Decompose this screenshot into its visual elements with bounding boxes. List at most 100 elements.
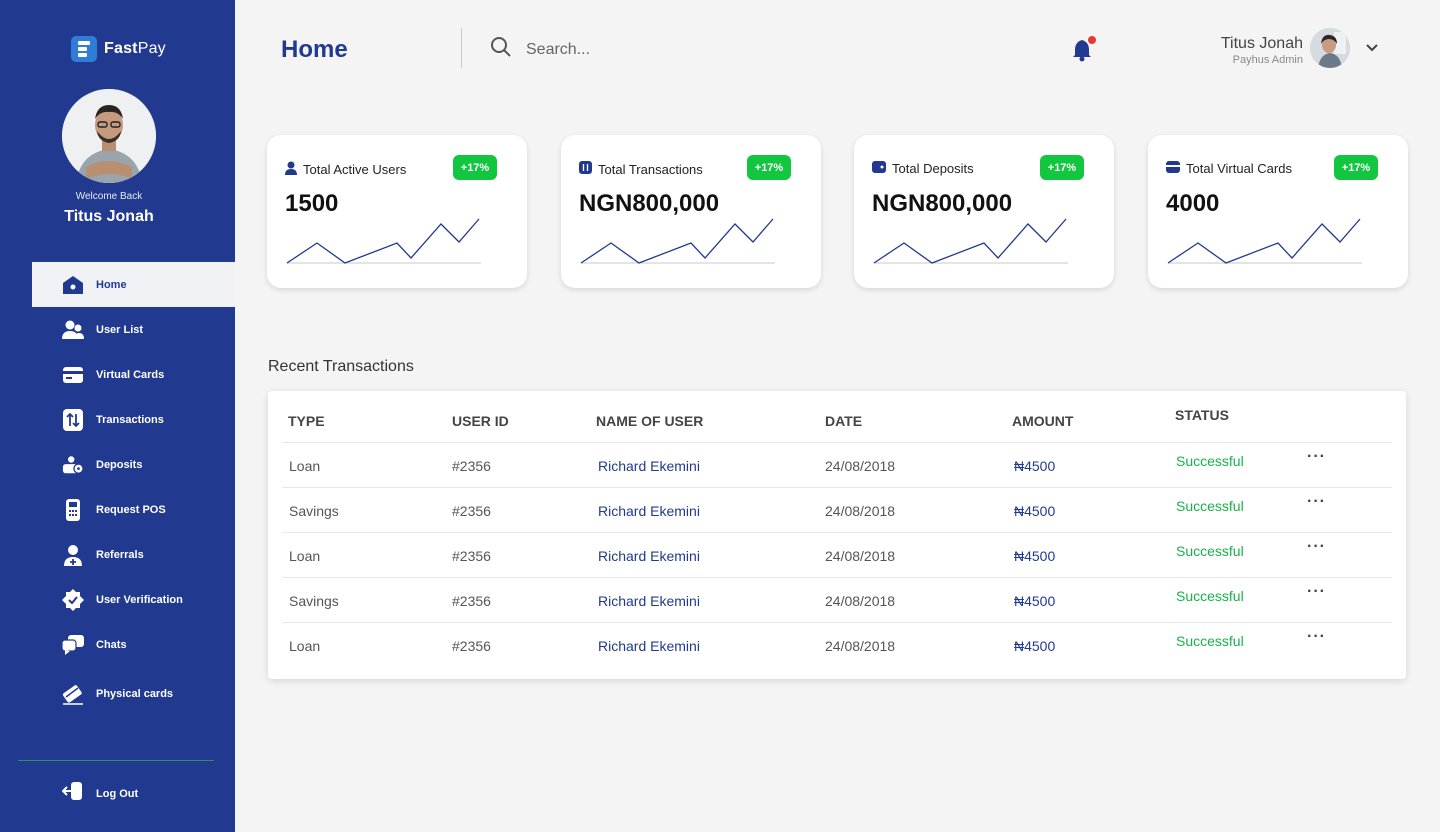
brand-logo[interactable]: FastPay: [71, 36, 166, 62]
search-icon[interactable]: [490, 36, 512, 63]
header-user-role: Payhus Admin: [1232, 54, 1303, 66]
user-menu[interactable]: Titus Jonah Payhus Admin: [1221, 35, 1303, 66]
sidebar-item-request-pos[interactable]: Request POS: [32, 487, 235, 532]
transactions-table: TYPE USER ID NAME OF USER DATE AMOUNT ST…: [268, 391, 1406, 679]
sidebar-item-label: Request POS: [96, 503, 166, 516]
growth-badge: +17%: [1040, 155, 1084, 180]
sidebar-item-user-verification[interactable]: User Verification: [32, 577, 235, 622]
column-header-date[interactable]: DATE: [825, 413, 862, 429]
cell-status: Successful: [1176, 498, 1244, 514]
card-value: 1500: [285, 190, 339, 217]
search-bar[interactable]: [490, 36, 786, 63]
user-avatar[interactable]: [1310, 28, 1350, 68]
sidebar-item-label: Referrals: [96, 548, 144, 561]
more-options-icon[interactable]: ···: [1307, 538, 1326, 556]
stat-card-transactions[interactable]: Total Transactions +17% NGN800,000: [561, 135, 821, 288]
sparkline-chart: [1167, 218, 1362, 264]
logout-label: Log Out: [96, 787, 139, 800]
sidebar-item-label: User List: [96, 323, 144, 336]
cell-status: Successful: [1176, 633, 1244, 649]
table-row[interactable]: Loan #2356 Richard Ekemini 24/08/2018 ₦4…: [282, 622, 1392, 667]
card-title: Total Transactions: [598, 161, 703, 177]
stat-card-virtual-cards[interactable]: Total Virtual Cards +17% 4000: [1148, 135, 1408, 288]
column-header-amount[interactable]: AMOUNT: [1012, 413, 1073, 429]
welcome-text: Welcome Back: [75, 191, 143, 202]
transactions-icon: [579, 161, 592, 177]
card-title: Total Active Users: [303, 162, 407, 177]
table-row[interactable]: Loan #2356 Richard Ekemini 24/08/2018 ₦4…: [282, 532, 1392, 577]
cell-user-name[interactable]: Richard Ekemini: [598, 503, 700, 519]
column-header-status[interactable]: STATUS: [1175, 407, 1229, 423]
sparkline-chart: [286, 218, 481, 264]
cell-amount: ₦4500: [1014, 548, 1056, 564]
sidebar-item-label: Physical cards: [96, 687, 174, 700]
cell-date: 24/08/2018: [825, 503, 896, 519]
table-row[interactable]: Savings #2356 Richard Ekemini 24/08/2018…: [282, 487, 1392, 532]
cell-type: Savings: [289, 503, 339, 519]
sidebar-nav: Home User List Virtual Cards Transaction…: [32, 262, 235, 716]
logout-icon: [61, 780, 84, 807]
card-icon: [1166, 161, 1180, 176]
wallet-icon: [872, 161, 886, 176]
transactions-icon: [62, 408, 84, 431]
more-options-icon[interactable]: ···: [1307, 448, 1326, 466]
logout-button[interactable]: Log Out: [61, 780, 139, 807]
verification-icon: [62, 588, 84, 611]
cell-status: Successful: [1176, 588, 1244, 604]
cell-user-id: #2356: [452, 593, 491, 609]
sidebar-item-referrals[interactable]: Referrals: [32, 532, 235, 577]
column-header-name[interactable]: NAME OF USER: [596, 413, 703, 429]
cell-date: 24/08/2018: [825, 593, 896, 609]
cell-amount: ₦4500: [1014, 638, 1056, 654]
table-row[interactable]: Loan #2356 Richard Ekemini 24/08/2018 ₦4…: [282, 442, 1392, 487]
sidebar-item-physical-cards[interactable]: Physical cards: [32, 671, 235, 716]
person-photo-icon: [1310, 28, 1350, 68]
sidebar-item-virtual-cards[interactable]: Virtual Cards: [32, 352, 235, 397]
header-user-name: Titus Jonah: [1220, 35, 1303, 52]
fastpay-logo-icon: [71, 36, 97, 62]
sidebar-item-user-list[interactable]: User List: [32, 307, 235, 352]
sparkline-chart: [873, 218, 1068, 264]
card-title: Total Deposits: [892, 161, 974, 176]
sidebar-item-deposits[interactable]: Deposits: [32, 442, 235, 487]
user-icon: [285, 161, 297, 178]
cell-status: Successful: [1176, 543, 1244, 559]
sparkline-chart: [580, 218, 775, 264]
cell-amount: ₦4500: [1014, 593, 1056, 609]
stat-card-deposits[interactable]: Total Deposits +17% NGN800,000: [854, 135, 1114, 288]
column-header-user-id[interactable]: USER ID: [452, 413, 509, 429]
notification-button[interactable]: [1072, 36, 1096, 67]
sidebar-item-label: User Verification: [96, 593, 183, 606]
page-title: Home: [281, 36, 348, 63]
cell-date: 24/08/2018: [825, 548, 896, 564]
card-value: NGN800,000: [579, 190, 720, 217]
card-value: 4000: [1166, 190, 1220, 217]
cell-user-id: #2356: [452, 548, 491, 564]
cell-user-name[interactable]: Richard Ekemini: [598, 548, 700, 564]
more-options-icon[interactable]: ···: [1307, 493, 1326, 511]
cell-date: 24/08/2018: [825, 638, 896, 654]
growth-badge: +17%: [747, 155, 791, 180]
search-input[interactable]: [526, 40, 786, 59]
cell-user-name[interactable]: Richard Ekemini: [598, 638, 700, 654]
stat-card-active-users[interactable]: Total Active Users +17% 1500: [267, 135, 527, 288]
pos-icon: [62, 498, 84, 521]
more-options-icon[interactable]: ···: [1307, 583, 1326, 601]
cell-type: Loan: [289, 638, 321, 654]
cell-user-name[interactable]: Richard Ekemini: [598, 593, 700, 609]
table-row[interactable]: Savings #2356 Richard Ekemini 24/08/2018…: [282, 577, 1392, 622]
cell-user-name[interactable]: Richard Ekemini: [598, 458, 700, 474]
sidebar-item-label: Transactions: [96, 413, 164, 426]
sidebar-item-chats[interactable]: Chats: [32, 622, 235, 667]
brand-name-bold: Fast: [104, 40, 138, 57]
sidebar-item-transactions[interactable]: Transactions: [32, 397, 235, 442]
column-header-type[interactable]: TYPE: [288, 413, 325, 429]
card-value: NGN800,000: [872, 190, 1013, 217]
growth-badge: +17%: [453, 155, 497, 180]
chevron-down-icon[interactable]: [1364, 40, 1380, 61]
more-options-icon[interactable]: ···: [1307, 628, 1326, 646]
card-icon: [62, 364, 84, 386]
header-divider: [461, 28, 462, 68]
sidebar-item-home[interactable]: Home: [32, 262, 235, 307]
section-title: Recent Transactions: [268, 358, 414, 375]
